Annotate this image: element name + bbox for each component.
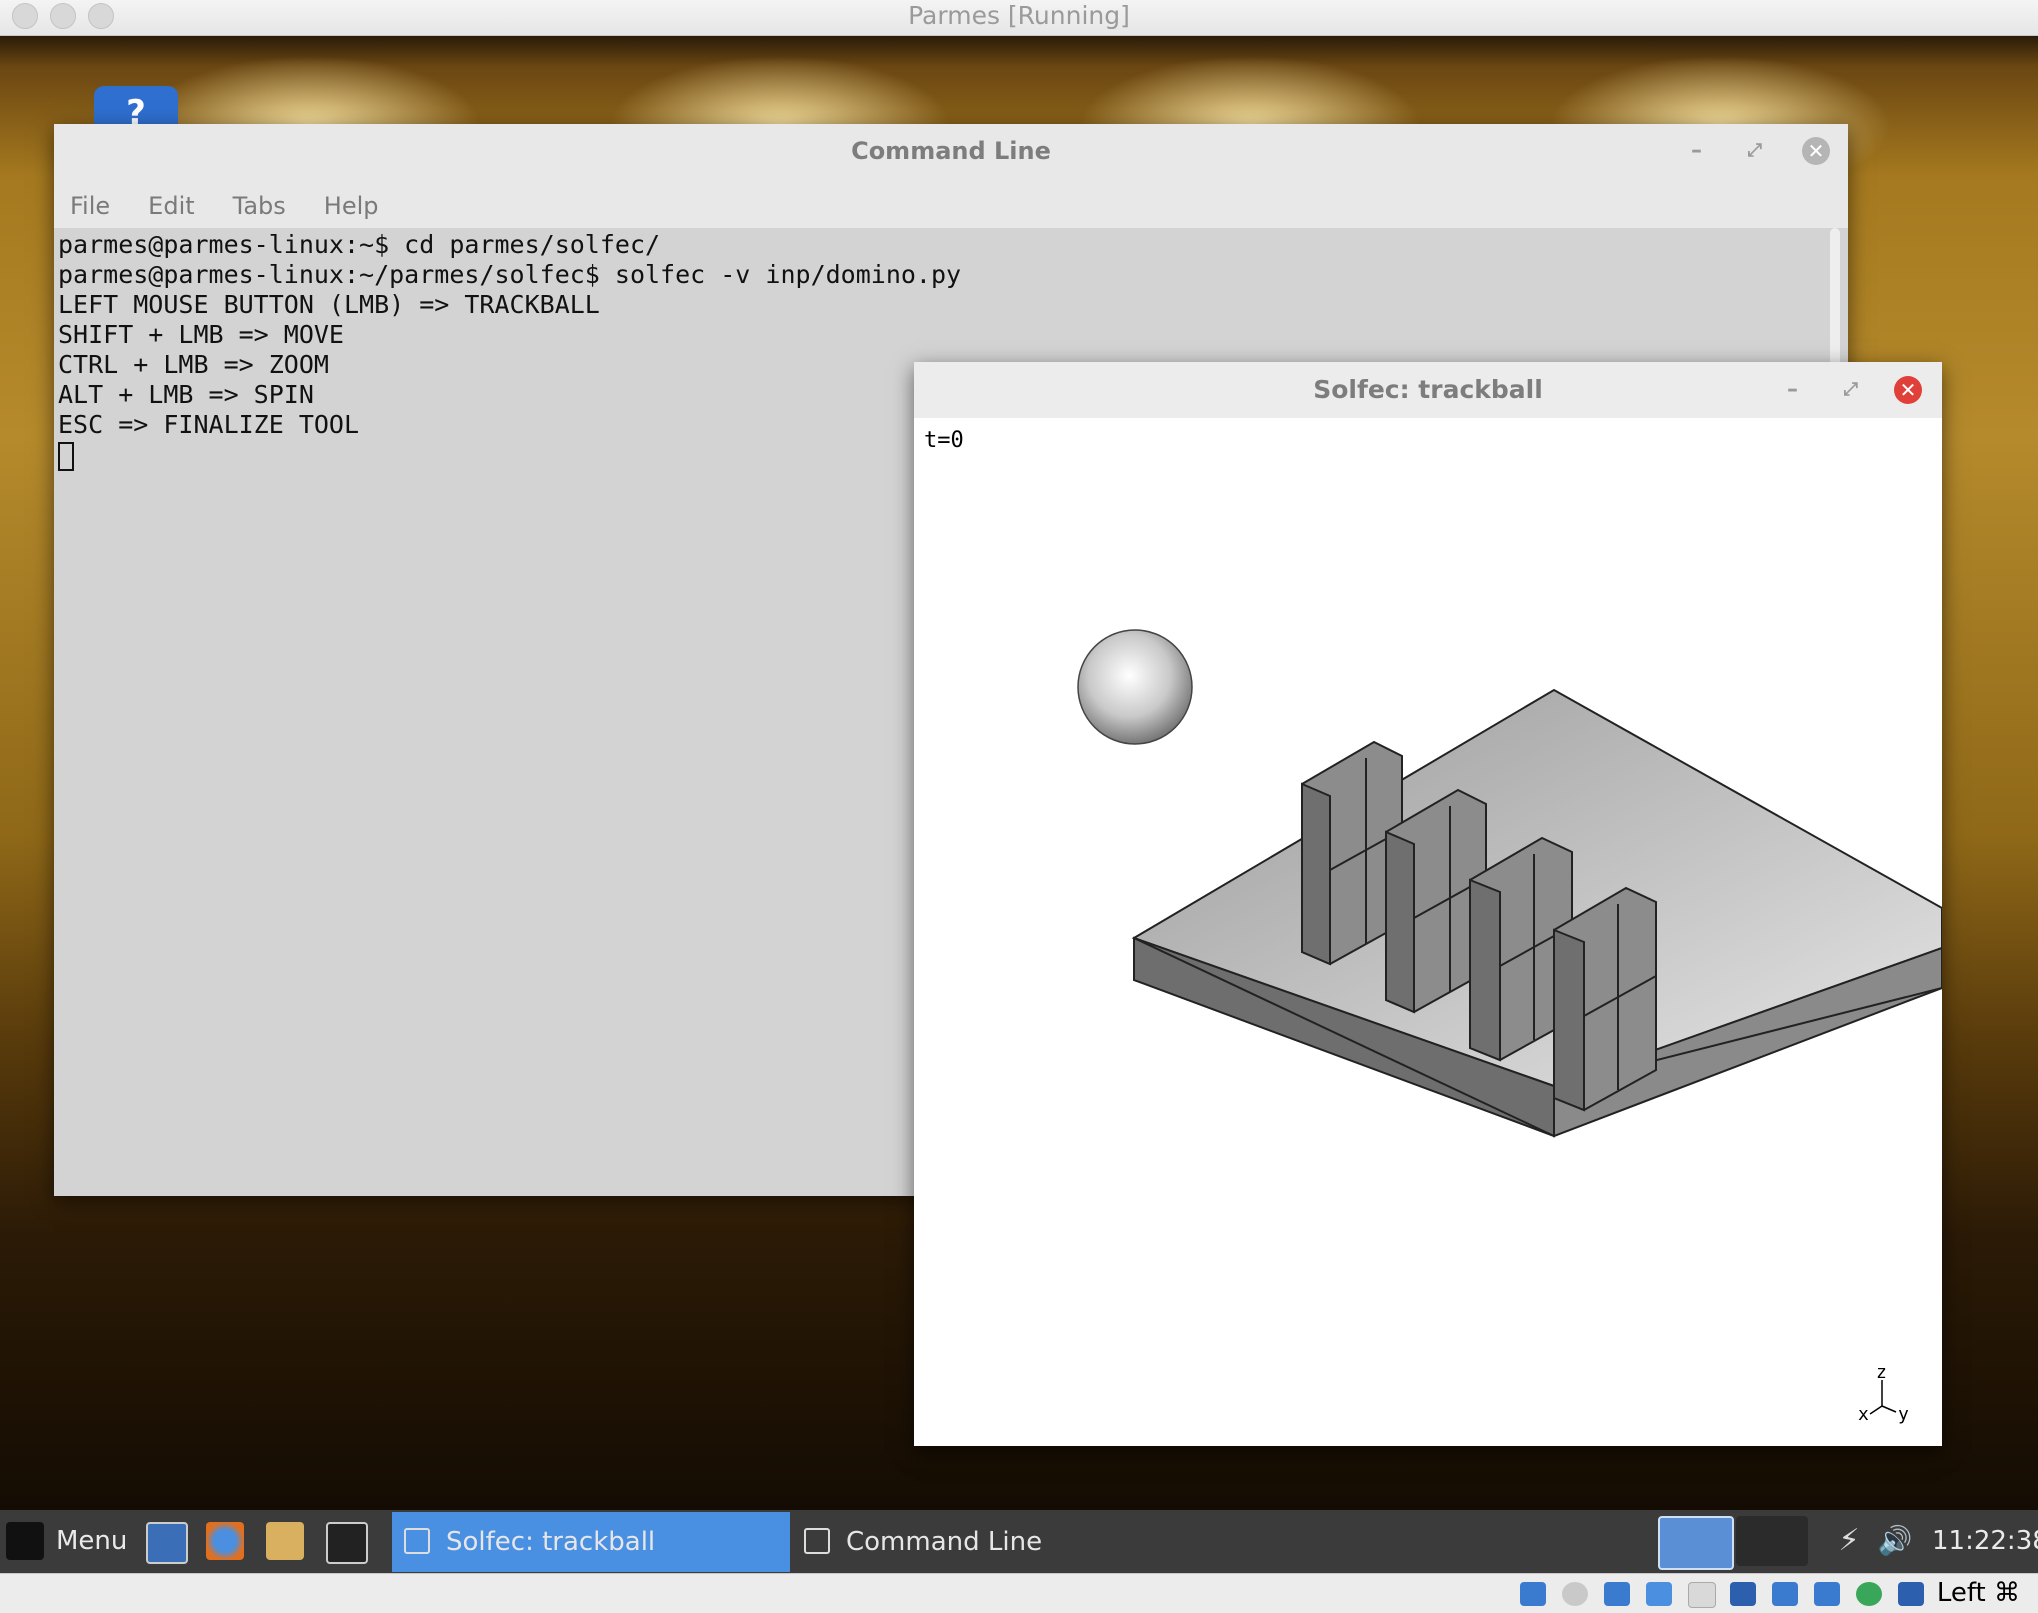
terminal-scrollbar[interactable]	[1830, 228, 1840, 368]
firefox-icon[interactable]	[206, 1522, 244, 1560]
axis-label-y: y	[1898, 1404, 1909, 1425]
host-minimize-button[interactable]	[50, 3, 76, 29]
workspace-1-icon[interactable]	[1658, 1516, 1734, 1570]
domino	[1553, 886, 1657, 1112]
solfec-title: Solfec: trackball	[1313, 375, 1543, 404]
terminal-line: parmes@parmes-linux:~$ cd parmes/solfec/	[58, 230, 661, 259]
host-statusbar: Left ⌘	[0, 1573, 2038, 1613]
desktop-icon[interactable]	[146, 1522, 188, 1564]
sphere	[1077, 629, 1193, 745]
axis-label-x: x	[1858, 1404, 1869, 1425]
network-icon[interactable]: ⚡	[1830, 1522, 1868, 1560]
menu-button[interactable]: Menu	[56, 1510, 127, 1573]
window-icon	[404, 1528, 430, 1554]
terminal-cursor	[58, 442, 74, 471]
clock[interactable]: 11:22:38	[1932, 1510, 2038, 1573]
solfec-window: Solfec: trackball – ⤢ ✕ t=0 z x y	[914, 362, 1942, 1446]
display-icon[interactable]	[1730, 1582, 1756, 1606]
axis-label-z: z	[1876, 1362, 1887, 1383]
terminal-titlebar[interactable]: Command Line – ⤢ ✕	[54, 124, 1848, 178]
solfec-viewport[interactable]: t=0 z x y	[914, 418, 1942, 1446]
terminal-line: ALT + LMB => SPIN	[58, 380, 314, 409]
usb-icon[interactable]	[1604, 1582, 1630, 1606]
terminal-menubar: File Edit Tabs Help	[54, 178, 1848, 229]
task-solfec-trackball[interactable]: Solfec: trackball	[392, 1512, 790, 1572]
terminal-line: SHIFT + LMB => MOVE	[58, 320, 344, 349]
maximize-icon[interactable]: ⤢	[1748, 124, 1762, 178]
solfec-titlebar[interactable]: Solfec: trackball – ⤢ ✕	[914, 362, 1942, 418]
screen-capture-icon[interactable]	[1772, 1582, 1798, 1606]
host-titlebar: Parmes [Running]	[0, 0, 2038, 36]
menu-tabs[interactable]: Tabs	[233, 178, 286, 234]
terminal-line: parmes@parmes-linux:~/parmes/solfec$ sol…	[58, 260, 962, 289]
task-label: Command Line	[846, 1527, 1043, 1557]
host-window-title: Parmes [Running]	[908, 1, 1130, 30]
maximize-icon[interactable]: ⤢	[1844, 362, 1858, 418]
download-icon[interactable]	[1898, 1582, 1924, 1606]
cpu-icon[interactable]	[1814, 1582, 1840, 1606]
minimize-icon[interactable]: –	[1787, 362, 1798, 418]
hard-disk-icon[interactable]	[1520, 1582, 1546, 1606]
task-command-line[interactable]: Command Line	[792, 1512, 1192, 1572]
mint-menu-icon[interactable]	[6, 1522, 44, 1560]
domino-scene: z x y	[1077, 629, 1942, 1425]
axis-triad	[1869, 1380, 1897, 1415]
menu-file[interactable]: File	[70, 178, 110, 234]
close-icon[interactable]: ✕	[1802, 137, 1830, 165]
help-desktop-icon[interactable]: ?	[94, 86, 178, 126]
minimize-icon[interactable]: –	[1691, 124, 1702, 178]
host-zoom-button[interactable]	[88, 3, 114, 29]
workspace-2-icon[interactable]	[1736, 1516, 1808, 1566]
terminal-title: Command Line	[851, 137, 1051, 165]
menu-help[interactable]: Help	[324, 178, 379, 234]
terminal-line: LEFT MOUSE BUTTON (LMB) => TRACKBALL	[58, 290, 600, 319]
pen-icon[interactable]	[1646, 1582, 1672, 1606]
menu-edit[interactable]: Edit	[148, 178, 194, 234]
terminal-icon[interactable]	[326, 1522, 368, 1564]
shared-folder-icon[interactable]	[1688, 1582, 1716, 1608]
terminal-line: ESC => FINALIZE TOOL	[58, 410, 360, 439]
close-icon[interactable]: ✕	[1894, 376, 1922, 404]
optical-drive-icon[interactable]	[1562, 1582, 1588, 1606]
home-folder-icon[interactable]	[266, 1522, 304, 1560]
host-close-button[interactable]	[12, 3, 38, 29]
host-key-label: Left ⌘	[1936, 1578, 2020, 1608]
terminal-line: CTRL + LMB => ZOOM	[58, 350, 329, 379]
taskbar: Menu Solfec: trackball Command Line ⚡ 🔊 …	[0, 1510, 2038, 1573]
volume-icon[interactable]: 🔊	[1876, 1522, 1914, 1560]
terminal-icon	[804, 1528, 830, 1554]
task-label: Solfec: trackball	[446, 1527, 656, 1557]
network-status-icon[interactable]	[1856, 1582, 1882, 1606]
